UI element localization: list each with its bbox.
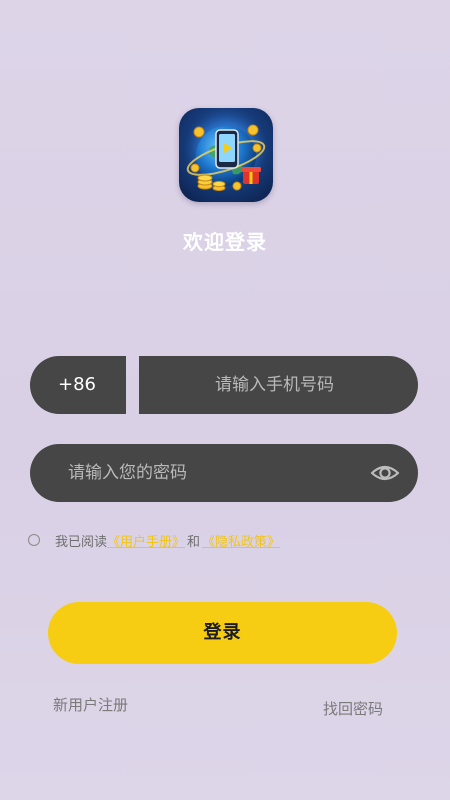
password-input[interactable] [30, 444, 418, 502]
agreement-radio[interactable] [28, 534, 40, 546]
user-manual-link[interactable]: 《用户手册》 [107, 531, 185, 550]
phone-input[interactable] [139, 356, 418, 414]
eye-icon[interactable] [370, 459, 400, 487]
earth-phone-coins-icon [179, 108, 273, 202]
agreement-prefix: 我已阅读 [55, 534, 108, 550]
forgot-password-link[interactable]: 找回密码 [323, 698, 383, 719]
register-link[interactable]: 新用户注册 [53, 694, 128, 715]
password-field [30, 444, 418, 502]
privacy-policy-link[interactable]: 《隐私政策》 [202, 531, 280, 550]
agreement-conjunction: 和 [187, 534, 201, 550]
agreement-row: 我已阅读 《用户手册》 和 《隐私政策》 [28, 530, 280, 550]
phone-field [139, 356, 418, 414]
login-button[interactable]: 登录 [48, 602, 397, 664]
app-logo [179, 108, 273, 202]
welcome-title: 欢迎登录 [183, 230, 267, 254]
country-code-selector[interactable]: +86 [30, 356, 126, 414]
login-screen: 欢迎登录 +86 我已阅读 《用户手册》 和 《隐私政策》 登录 新用户注册 找… [0, 0, 450, 800]
